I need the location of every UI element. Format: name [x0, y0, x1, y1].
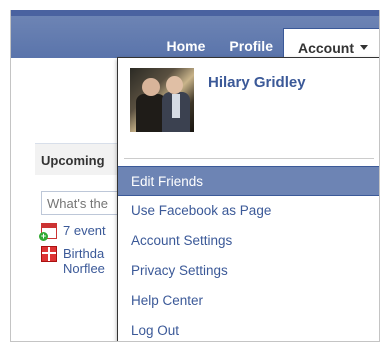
menu-item-edit-friends[interactable]: Edit Friends [118, 166, 379, 196]
events-link[interactable]: 7 event [63, 223, 106, 238]
menu-divider [124, 158, 374, 159]
gift-icon [41, 246, 57, 262]
birthday-row[interactable]: Birthda Norflee [41, 246, 105, 276]
calendar-add-icon: + [39, 223, 57, 241]
events-row[interactable]: + 7 event [39, 223, 106, 241]
menu-item-privacy-settings[interactable]: Privacy Settings [118, 256, 379, 286]
birthday-line-1: Birthda [63, 246, 105, 261]
avatar[interactable] [130, 68, 194, 132]
account-menu-list: Edit Friends Use Facebook as Page Account … [118, 166, 379, 341]
birthday-line-2: Norflee [63, 261, 105, 276]
menu-item-help-center[interactable]: Help Center [118, 286, 379, 316]
profile-summary[interactable]: Hilary Gridley [130, 68, 306, 132]
menu-item-log-out[interactable]: Log Out [118, 316, 379, 341]
menu-item-use-facebook-as-page[interactable]: Use Facebook as Page [118, 196, 379, 226]
chevron-down-icon [360, 45, 368, 50]
account-dropdown: Hilary Gridley Edit Friends Use Facebook … [117, 57, 379, 341]
account-label: Account [298, 39, 354, 56]
profile-name-link[interactable]: Hilary Gridley [208, 74, 306, 132]
top-bar: Home Profile Account [11, 10, 379, 66]
birthday-text[interactable]: Birthda Norflee [63, 246, 105, 276]
facebook-window: Home Profile Account Upcoming + 7 event … [10, 10, 380, 342]
menu-item-account-settings[interactable]: Account Settings [118, 226, 379, 256]
